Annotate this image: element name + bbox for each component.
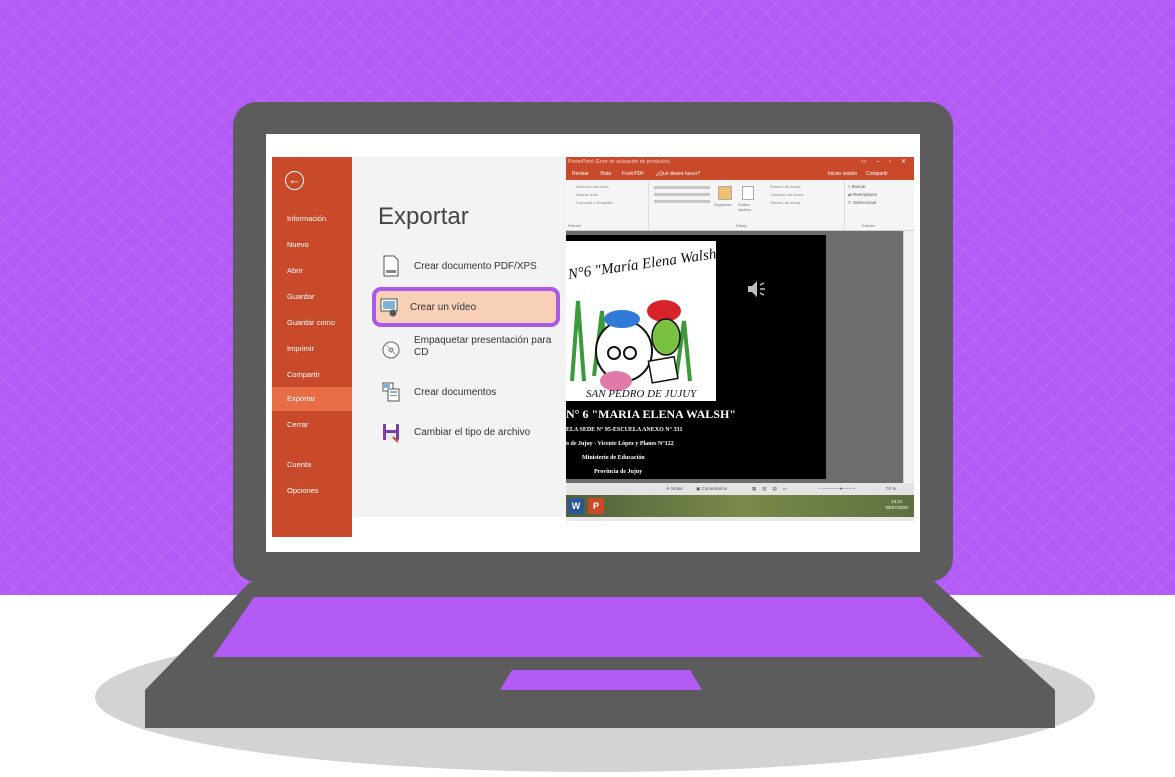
smartart-button[interactable]: Convertir a SmartArt <box>576 200 612 205</box>
menu-item-guardar[interactable]: Guardar <box>272 285 352 309</box>
cd-icon <box>382 341 400 359</box>
taskbar-clock[interactable]: 13:21 08/07/2020 <box>885 499 908 511</box>
menu-item-cuenta[interactable]: Cuenta <box>272 453 352 477</box>
find-button[interactable]: ⌕ Buscar <box>848 184 866 189</box>
tab-vista[interactable]: Vista <box>600 168 611 180</box>
export-option-handouts[interactable]: Crear documentos <box>376 375 566 411</box>
status-bar: ≙ Notas ▣ Comentarios ▦▥▤▭ – ————●—— + 7… <box>566 483 914 495</box>
menu-item-nuevo[interactable]: Nuevo <box>272 233 352 257</box>
zoom-slider[interactable]: – ————●—— + <box>818 483 855 495</box>
export-option-label: Crear documento PDF/XPS <box>414 261 537 272</box>
replace-button[interactable]: ⇄ Reemplazar <box>848 192 877 198</box>
arrange-icon[interactable] <box>718 186 732 200</box>
window-titlebar: PowerPoint (Error de activación de produ… <box>566 157 914 168</box>
slide-line-3: Ministerio de Educación <box>582 455 645 461</box>
shapes-gallery-row <box>654 200 710 203</box>
ribbon-tabs: Revisar Vista Foxit PDF ¿Qué desea hacer… <box>566 168 914 180</box>
export-option-pdf[interactable]: Crear documento PDF/XPS <box>376 249 566 285</box>
keyboard-area <box>213 597 982 657</box>
menu-item-opciones[interactable]: Opciones <box>272 479 352 503</box>
save-filetype-icon <box>383 424 399 443</box>
logo-bottom-text: SAN PEDRO DE JUJUY <box>586 388 698 400</box>
video-icon <box>380 298 398 317</box>
find-label: Buscar <box>851 184 866 189</box>
slide-editor-area: N°6 "María Elena Walsh" SAN PEDRO DE JUJ… <box>566 231 904 483</box>
comments-label: Comentarios <box>701 486 728 491</box>
laptop-screen: ← Información Nuevo Abrir Guardar Guarda… <box>266 134 920 552</box>
select-label: Seleccionar <box>853 200 877 205</box>
export-option-filetype[interactable]: Cambiar el tipo de archivo <box>376 415 566 451</box>
notes-button[interactable]: ≙ Notas <box>666 483 683 495</box>
menu-item-imprimir[interactable]: Imprimir <box>272 337 352 361</box>
menu-item-abrir[interactable]: Abrir <box>272 259 352 283</box>
text-direction-button[interactable]: Dirección del texto <box>576 184 609 189</box>
backstage-sidebar: ← Información Nuevo Abrir Guardar Guarda… <box>272 157 352 537</box>
sign-in-link[interactable]: Iniciar sesión <box>828 168 857 180</box>
ribbon-group-drawing: Organizar Estilos rápidos Relleno de for… <box>648 180 845 230</box>
touchpad <box>500 670 702 690</box>
shapes-gallery-row <box>654 193 710 196</box>
zoom-level[interactable]: 76 % <box>886 483 896 495</box>
share-button[interactable]: Compartir <box>866 168 888 180</box>
ribbon-group-editing: ⌕ Buscar ⇄ Reemplazar ↖ Seleccionar Edic… <box>844 180 904 230</box>
backstage-main: Exportar Crear documento PDF/XPS Crear u… <box>352 157 566 517</box>
tab-foxit[interactable]: Foxit PDF <box>622 168 644 180</box>
ribbon: Dirección del texto Alinear texto Conver… <box>566 180 914 231</box>
windows-taskbar: W P 13:21 08/07/2020 <box>566 495 914 517</box>
tab-revisar[interactable]: Revisar <box>572 168 589 180</box>
export-option-label: Crear documentos <box>414 387 497 398</box>
select-button[interactable]: ↖ Seleccionar <box>848 200 877 206</box>
arrange-button[interactable]: Organizar <box>714 202 732 207</box>
powerpoint-taskbar-icon[interactable]: P <box>588 498 604 514</box>
shape-effects-button[interactable]: Efectos de forma <box>770 200 800 205</box>
powerpoint-window: PowerPoint (Error de activación de produ… <box>566 157 914 521</box>
shape-outline-button[interactable]: Contorno de forma <box>770 192 803 197</box>
group-label: Edición <box>862 223 876 228</box>
tell-me-box[interactable]: ¿Qué desea hacer? <box>656 168 700 180</box>
group-label: Dibujo <box>736 223 748 228</box>
menu-item-compartir[interactable]: Compartir <box>272 363 352 387</box>
menu-item-guardar-como[interactable]: Guardar como <box>272 311 352 335</box>
quick-styles-icon[interactable] <box>742 186 754 200</box>
shape-fill-button[interactable]: Relleno de forma <box>770 184 800 189</box>
replace-label: Reemplazar <box>853 192 878 197</box>
export-option-cd[interactable]: Empaquetar presentación para CD <box>376 333 566 369</box>
handouts-icon <box>382 382 400 402</box>
export-option-label: Crear un vídeo <box>410 302 477 313</box>
logo-arc-text: N°6 "María Elena Walsh" <box>566 245 716 283</box>
export-option-label: Cambiar el tipo de archivo <box>414 427 531 438</box>
view-buttons[interactable]: ▦▥▤▭ <box>752 483 793 495</box>
quick-styles-button[interactable]: Estilos rápidos <box>738 202 760 212</box>
slide-line-1: ELA SEDE N° 95-ESCUELA ANEXO N° 331 <box>566 427 683 433</box>
export-option-video[interactable]: Crear un vídeo <box>372 287 560 327</box>
notes-label: Notas <box>671 486 683 491</box>
shapes-gallery[interactable] <box>654 186 710 189</box>
page-title: Exportar <box>378 203 469 230</box>
clock-date: 08/07/2020 <box>885 505 908 510</box>
menu-item-cerrar[interactable]: Cerrar <box>272 413 352 437</box>
school-logo-art: N°6 "María Elena Walsh" SAN PEDRO DE JUJ… <box>566 245 724 400</box>
pdf-document-icon <box>383 255 399 277</box>
export-option-label: Empaquetar presentación para CD <box>414 335 552 358</box>
align-text-button[interactable]: Alinear texto <box>576 192 598 197</box>
vertical-scrollbar[interactable] <box>903 231 914 483</box>
school-logo: N°6 "María Elena Walsh" SAN PEDRO DE JUJ… <box>566 241 724 401</box>
word-taskbar-icon[interactable]: W <box>568 498 584 514</box>
comments-button[interactable]: ▣ Comentarios <box>696 483 727 495</box>
speaker-icon[interactable] <box>746 279 768 299</box>
back-arrow-icon[interactable]: ← <box>285 171 304 190</box>
window-controls[interactable]: ▭ – ▫ ✕ <box>861 157 910 168</box>
menu-item-informacion[interactable]: Información <box>272 207 352 231</box>
group-label: Párrafo <box>568 223 582 228</box>
window-title: PowerPoint (Error de activación de produ… <box>568 159 671 165</box>
ribbon-group-paragraph: Dirección del texto Alinear texto Conver… <box>566 180 649 230</box>
slide-canvas[interactable]: N°6 "María Elena Walsh" SAN PEDRO DE JUJ… <box>566 235 826 479</box>
slide-line-2: o de Jujuy - Vicente López y Planes N°12… <box>566 441 674 447</box>
slide-line-4: Provincia de Jujuy <box>594 469 643 475</box>
school-name: N° 6 "MARIA ELENA WALSH" <box>566 407 736 421</box>
menu-item-exportar[interactable]: Exportar <box>272 387 352 411</box>
